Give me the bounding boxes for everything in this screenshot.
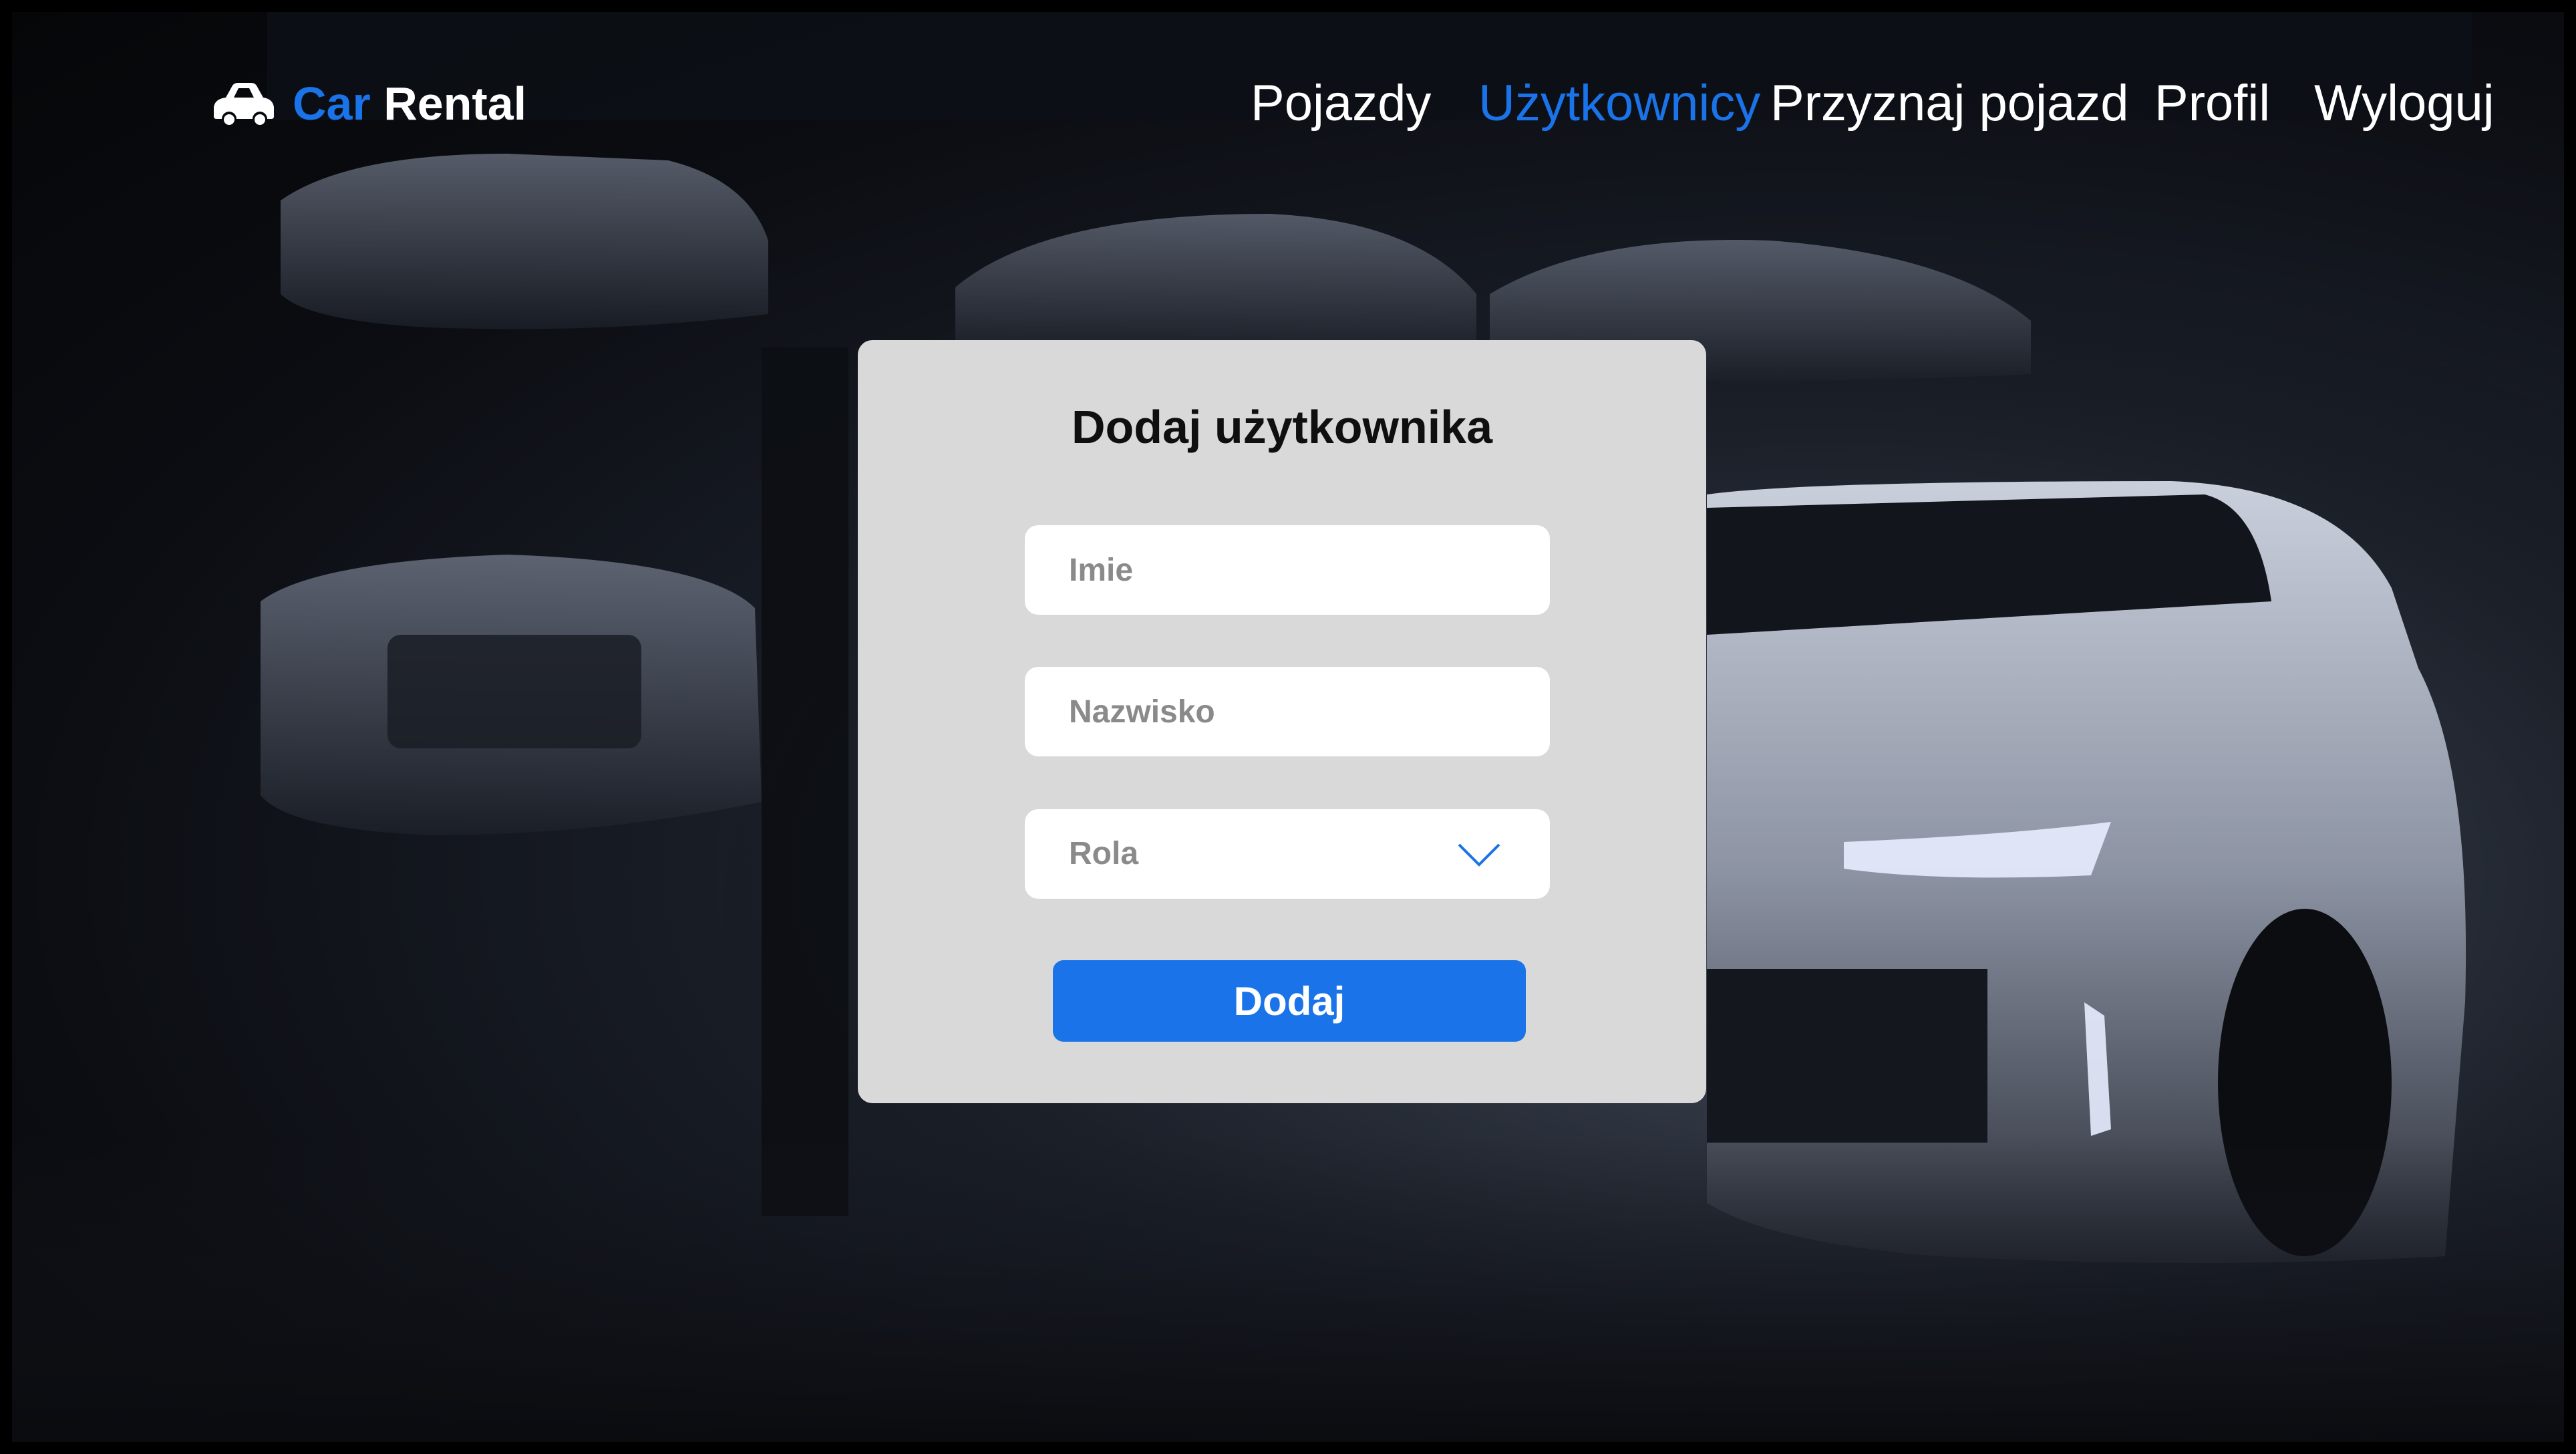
app-screen: Car Rental Pojazdy Użytkownicy Przyznaj … [0,0,2576,1454]
nav-link-vehicles[interactable]: Pojazdy [1251,70,1431,137]
first-name-field[interactable] [1025,525,1550,615]
chevron-down-icon[interactable] [1456,839,1502,869]
car-icon [212,80,275,127]
nav-link-logout[interactable]: Wyloguj [2314,70,2494,137]
form-title: Dodaj użytkownika [1071,401,1493,453]
brand-name-main: Rental [383,78,527,130]
add-user-button[interactable]: Dodaj [1053,960,1526,1042]
last-name-input[interactable] [1025,667,1550,756]
add-user-card: Dodaj użytkownika Rola Dodaj [858,340,1706,1103]
first-name-input[interactable] [1025,525,1550,615]
brand-name: Car Rental [293,77,526,130]
brand-logo[interactable]: Car Rental [212,70,526,137]
brand-name-accent: Car [293,78,371,130]
nav-link-assign-vehicle[interactable]: Przyznaj pojazd [1770,70,2129,137]
last-name-field[interactable] [1025,667,1550,756]
nav-link-users[interactable]: Użytkownicy [1478,70,1760,137]
role-select-value: Rola [1069,836,1139,871]
nav-link-profile[interactable]: Profil [2154,70,2270,137]
top-navbar: Car Rental Pojazdy Użytkownicy Przyznaj … [0,0,2576,207]
